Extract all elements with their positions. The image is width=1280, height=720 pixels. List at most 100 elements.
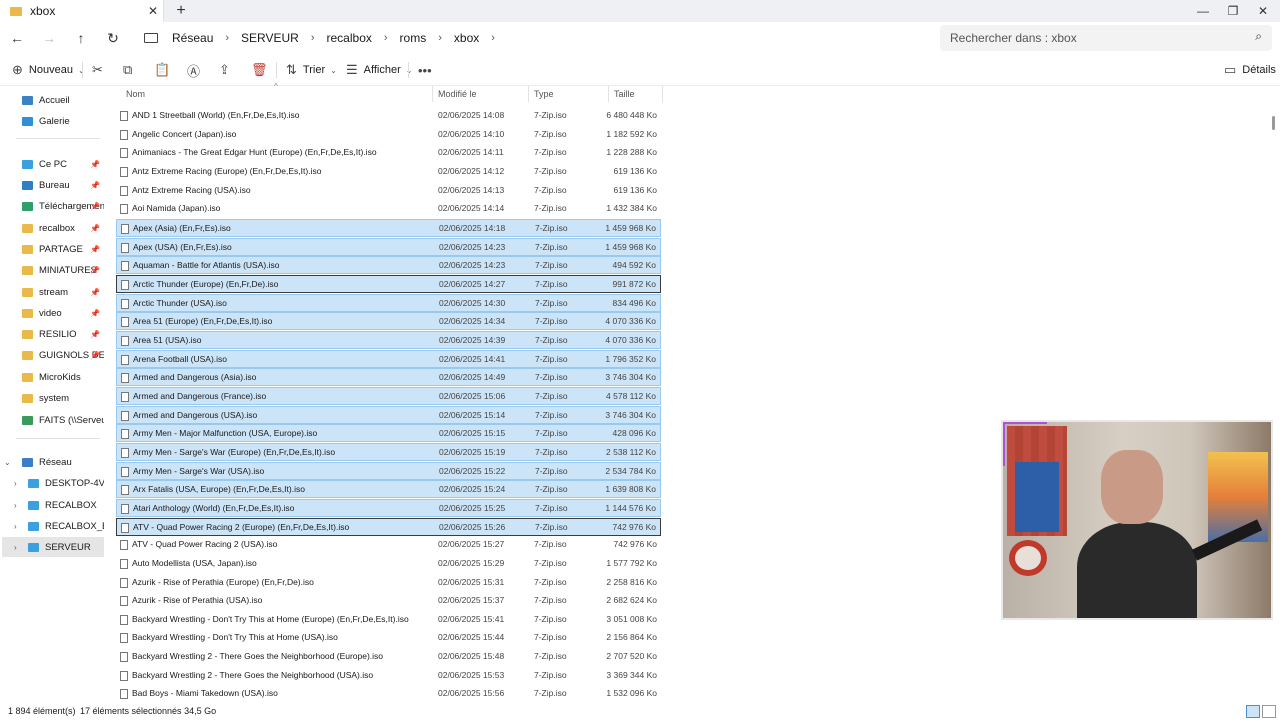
pin-icon[interactable]: 📌 [90,224,100,233]
table-row[interactable]: Armed and Dangerous (France).iso 02/06/20… [116,386,661,405]
pin-icon[interactable]: 📌 [90,351,100,360]
sidebar-item-bureau[interactable]: Bureau 📌 [2,175,104,195]
table-row[interactable]: Armed and Dangerous (USA).iso 02/06/2025 … [116,405,661,424]
delete-button[interactable]: 🗑 [251,60,274,80]
sidebar-item-guignols[interactable]: GUIGNOLS DE L'📌 [2,345,104,365]
pin-icon[interactable]: 📌 [90,202,100,211]
sidebar-item-serveur[interactable]: › SERVEUR [2,537,104,557]
table-row[interactable]: Army Men - Sarge's War (Europe) (En,Fr,D… [116,442,661,461]
pin-icon[interactable]: 📌 [90,288,100,297]
new-tab-button[interactable]: + [172,2,190,20]
sidebar-item-desktop[interactable]: › DESKTOP-4VIRSJC [2,473,104,493]
refresh-button[interactable]: ↻ [102,28,124,48]
pin-icon[interactable]: 📌 [90,181,100,190]
column-date[interactable]: Modifié le [438,89,477,99]
table-row[interactable]: Army Men - Major Malfunction (USA, Europ… [116,424,661,443]
details-view-button[interactable] [1246,705,1260,718]
sidebar-item-partage[interactable]: PARTAGE 📌 [2,239,104,259]
table-row[interactable]: Backyard Wrestling 2 - There Goes the Ne… [116,667,661,685]
table-row[interactable]: Bad Boys - Miami Takedown (USA).iso 02/06… [116,685,661,703]
table-row[interactable]: Arctic Thunder (Europe) (En,Fr,De).iso 02… [116,274,661,293]
sidebar-item-resilio[interactable]: RESILIO 📌 [2,324,104,344]
table-row[interactable]: Apex (Asia) (En,Fr,Es).iso 02/06/2025 14:… [116,218,661,237]
table-row[interactable]: Atari Anthology (World) (En,Fr,De,Es,It)… [116,498,661,517]
rename-button[interactable]: Ⓐ [187,60,206,80]
table-row[interactable]: ATV - Quad Power Racing 2 (Europe) (En,F… [116,517,661,536]
column-type[interactable]: Type [534,89,554,99]
breadcrumb[interactable]: Réseau › SERVEUR › recalbox › roms › xbo… [136,25,932,51]
new-button[interactable]: ⊕ Nouveau ⌄ [12,60,85,80]
table-row[interactable]: AND 1 Streetball (World) (En,Fr,De,Es,It… [116,107,661,125]
table-row[interactable]: Animaniacs - The Great Edgar Hunt (Europ… [116,144,661,162]
pin-icon[interactable]: 📌 [90,266,100,275]
table-row[interactable]: Arctic Thunder (USA).iso 02/06/2025 14:30… [116,293,661,312]
up-button[interactable]: ↑ [70,28,92,48]
table-row[interactable]: Apex (USA) (En,Fr,Es).iso 02/06/2025 14:2… [116,237,661,256]
tab-xbox[interactable]: xbox ✕ [0,0,164,22]
paste-button[interactable]: 📋 [154,60,176,80]
table-row[interactable]: Aquaman - Battle for Atlantis (USA).iso 0… [116,256,661,275]
column-divider[interactable] [432,86,433,102]
table-row[interactable]: Arx Fatalis (USA, Europe) (En,Fr,De,Es,I… [116,480,661,499]
table-row[interactable]: Backyard Wrestling 2 - There Goes the Ne… [116,648,661,666]
view-button[interactable]: ☰ Afficher ⌄ [346,60,412,80]
crumb-reseau[interactable]: Réseau [172,31,213,45]
pin-icon[interactable]: 📌 [90,245,100,254]
sidebar-item-faits[interactable]: FAITS (\\Serveur\te [2,410,104,430]
copy-button[interactable]: ⧉ [123,60,138,80]
table-row[interactable]: Antz Extreme Racing (Europe) (En,Fr,De,E… [116,163,661,181]
details-button[interactable]: ▭ Détails [1224,60,1276,80]
sidebar-item-ce-pc[interactable]: Ce PC 📌 [2,154,104,174]
table-row[interactable]: Area 51 (Europe) (En,Fr,De,Es,It).iso 02/… [116,312,661,331]
sidebar-item-recalbox-born[interactable]: › RECALBOX_BORN [2,516,104,536]
sidebar-item-microkids[interactable]: MicroKids [2,367,104,387]
table-row[interactable]: Arena Football (USA).iso 02/06/2025 14:41… [116,349,661,368]
column-size[interactable]: Taille [614,89,635,99]
table-row[interactable]: Azurik - Rise of Perathia (Europe) (En,F… [116,574,661,592]
sidebar-item-accueil[interactable]: Accueil [2,90,104,110]
pin-icon[interactable]: 📌 [90,160,100,169]
column-divider[interactable] [608,86,609,102]
sidebar-item-recalbox-host[interactable]: › RECALBOX [2,495,104,515]
sort-button[interactable]: ⇅ Trier ⌄ [286,60,337,80]
maximize-button[interactable]: ❐ [1218,0,1248,22]
crumb-serveur[interactable]: SERVEUR [241,31,299,45]
search-input[interactable]: Rechercher dans : xbox ⌕ [940,25,1272,51]
column-divider[interactable] [662,86,663,102]
sidebar-item-galerie[interactable]: Galerie [2,111,104,131]
table-row[interactable]: Angelic Concert (Japan).iso 02/06/2025 14… [116,126,661,144]
forward-button[interactable]: → [38,28,60,48]
sidebar-item-video[interactable]: video 📌 [2,303,104,323]
search-icon[interactable]: ⌕ [1255,29,1262,44]
table-row[interactable]: Area 51 (USA).iso 02/06/2025 14:39 7-Zip.i… [116,330,661,349]
chevron-right-icon[interactable]: › [14,479,17,488]
scrollbar-thumb[interactable] [1272,116,1275,130]
column-divider[interactable] [528,86,529,102]
share-button[interactable]: ⇪ [219,60,236,80]
table-row[interactable]: ATV - Quad Power Racing 2 (USA).iso 02/06… [116,536,661,554]
table-row[interactable]: Backyard Wrestling - Don't Try This at H… [116,611,661,629]
sidebar-item-stream[interactable]: stream 📌 [2,282,104,302]
tiles-view-button[interactable] [1262,705,1276,718]
cut-button[interactable]: ✂ [92,60,109,80]
sidebar-item-recalbox[interactable]: recalbox 📌 [2,218,104,238]
minimize-button[interactable]: — [1188,0,1218,22]
column-name[interactable]: Nom [126,89,145,99]
chevron-right-icon[interactable]: › [14,501,17,510]
chevron-down-icon[interactable]: ⌄ [4,458,11,467]
chevron-right-icon[interactable]: › [14,522,17,531]
sidebar-item-telechargement[interactable]: Téléchargement 📌 [2,196,104,216]
table-row[interactable]: Armed and Dangerous (Asia).iso 02/06/2025… [116,368,661,387]
crumb-roms[interactable]: roms [400,31,427,45]
more-options-button[interactable]: ••• [418,60,438,80]
back-button[interactable]: ← [6,28,28,48]
table-row[interactable]: Azurik - Rise of Perathia (USA).iso 02/06… [116,592,661,610]
close-window-button[interactable]: ✕ [1248,0,1278,22]
chevron-right-icon[interactable]: › [491,32,495,44]
close-tab-icon[interactable]: ✕ [143,4,163,18]
crumb-recalbox[interactable]: recalbox [327,31,372,45]
chevron-right-icon[interactable]: › [14,543,17,552]
pin-icon[interactable]: 📌 [90,309,100,318]
table-row[interactable]: Army Men - Sarge's War (USA).iso 02/06/20… [116,461,661,480]
table-row[interactable]: Backyard Wrestling - Don't Try This at H… [116,629,661,647]
